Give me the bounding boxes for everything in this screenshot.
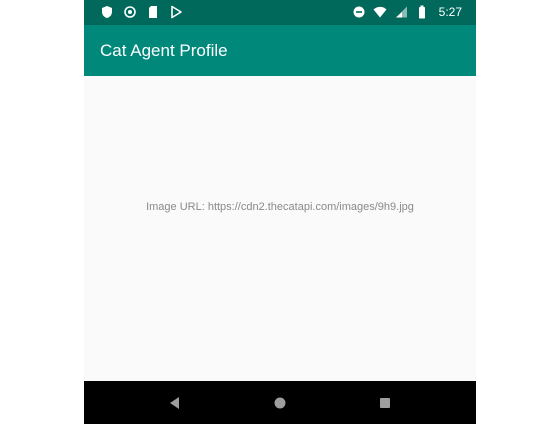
status-clock: 5:27	[438, 5, 462, 19]
home-icon[interactable]	[271, 394, 289, 412]
play-store-icon	[171, 5, 182, 19]
recents-icon[interactable]	[376, 394, 394, 412]
battery-icon	[418, 5, 425, 19]
cell-signal-icon	[395, 6, 407, 18]
navigation-bar	[84, 381, 476, 424]
sync-icon	[124, 6, 136, 18]
phone-screen: 5:27 Cat Agent Profile Image URL: https:…	[84, 0, 476, 424]
wifi-icon	[373, 6, 387, 18]
page-title: Cat Agent Profile	[100, 41, 228, 60]
back-icon[interactable]	[166, 394, 184, 412]
app-bar: Cat Agent Profile	[84, 25, 476, 76]
status-bar-system: 5:27	[352, 5, 462, 19]
do-not-disturb-icon	[353, 6, 365, 18]
status-bar-notifications	[100, 5, 183, 19]
status-bar: 5:27	[84, 0, 476, 25]
image-url-text: Image URL: https://cdn2.thecatapi.com/im…	[146, 201, 414, 213]
sd-card-icon	[149, 6, 157, 18]
shield-icon	[102, 6, 112, 18]
main-content: Image URL: https://cdn2.thecatapi.com/im…	[84, 76, 476, 381]
